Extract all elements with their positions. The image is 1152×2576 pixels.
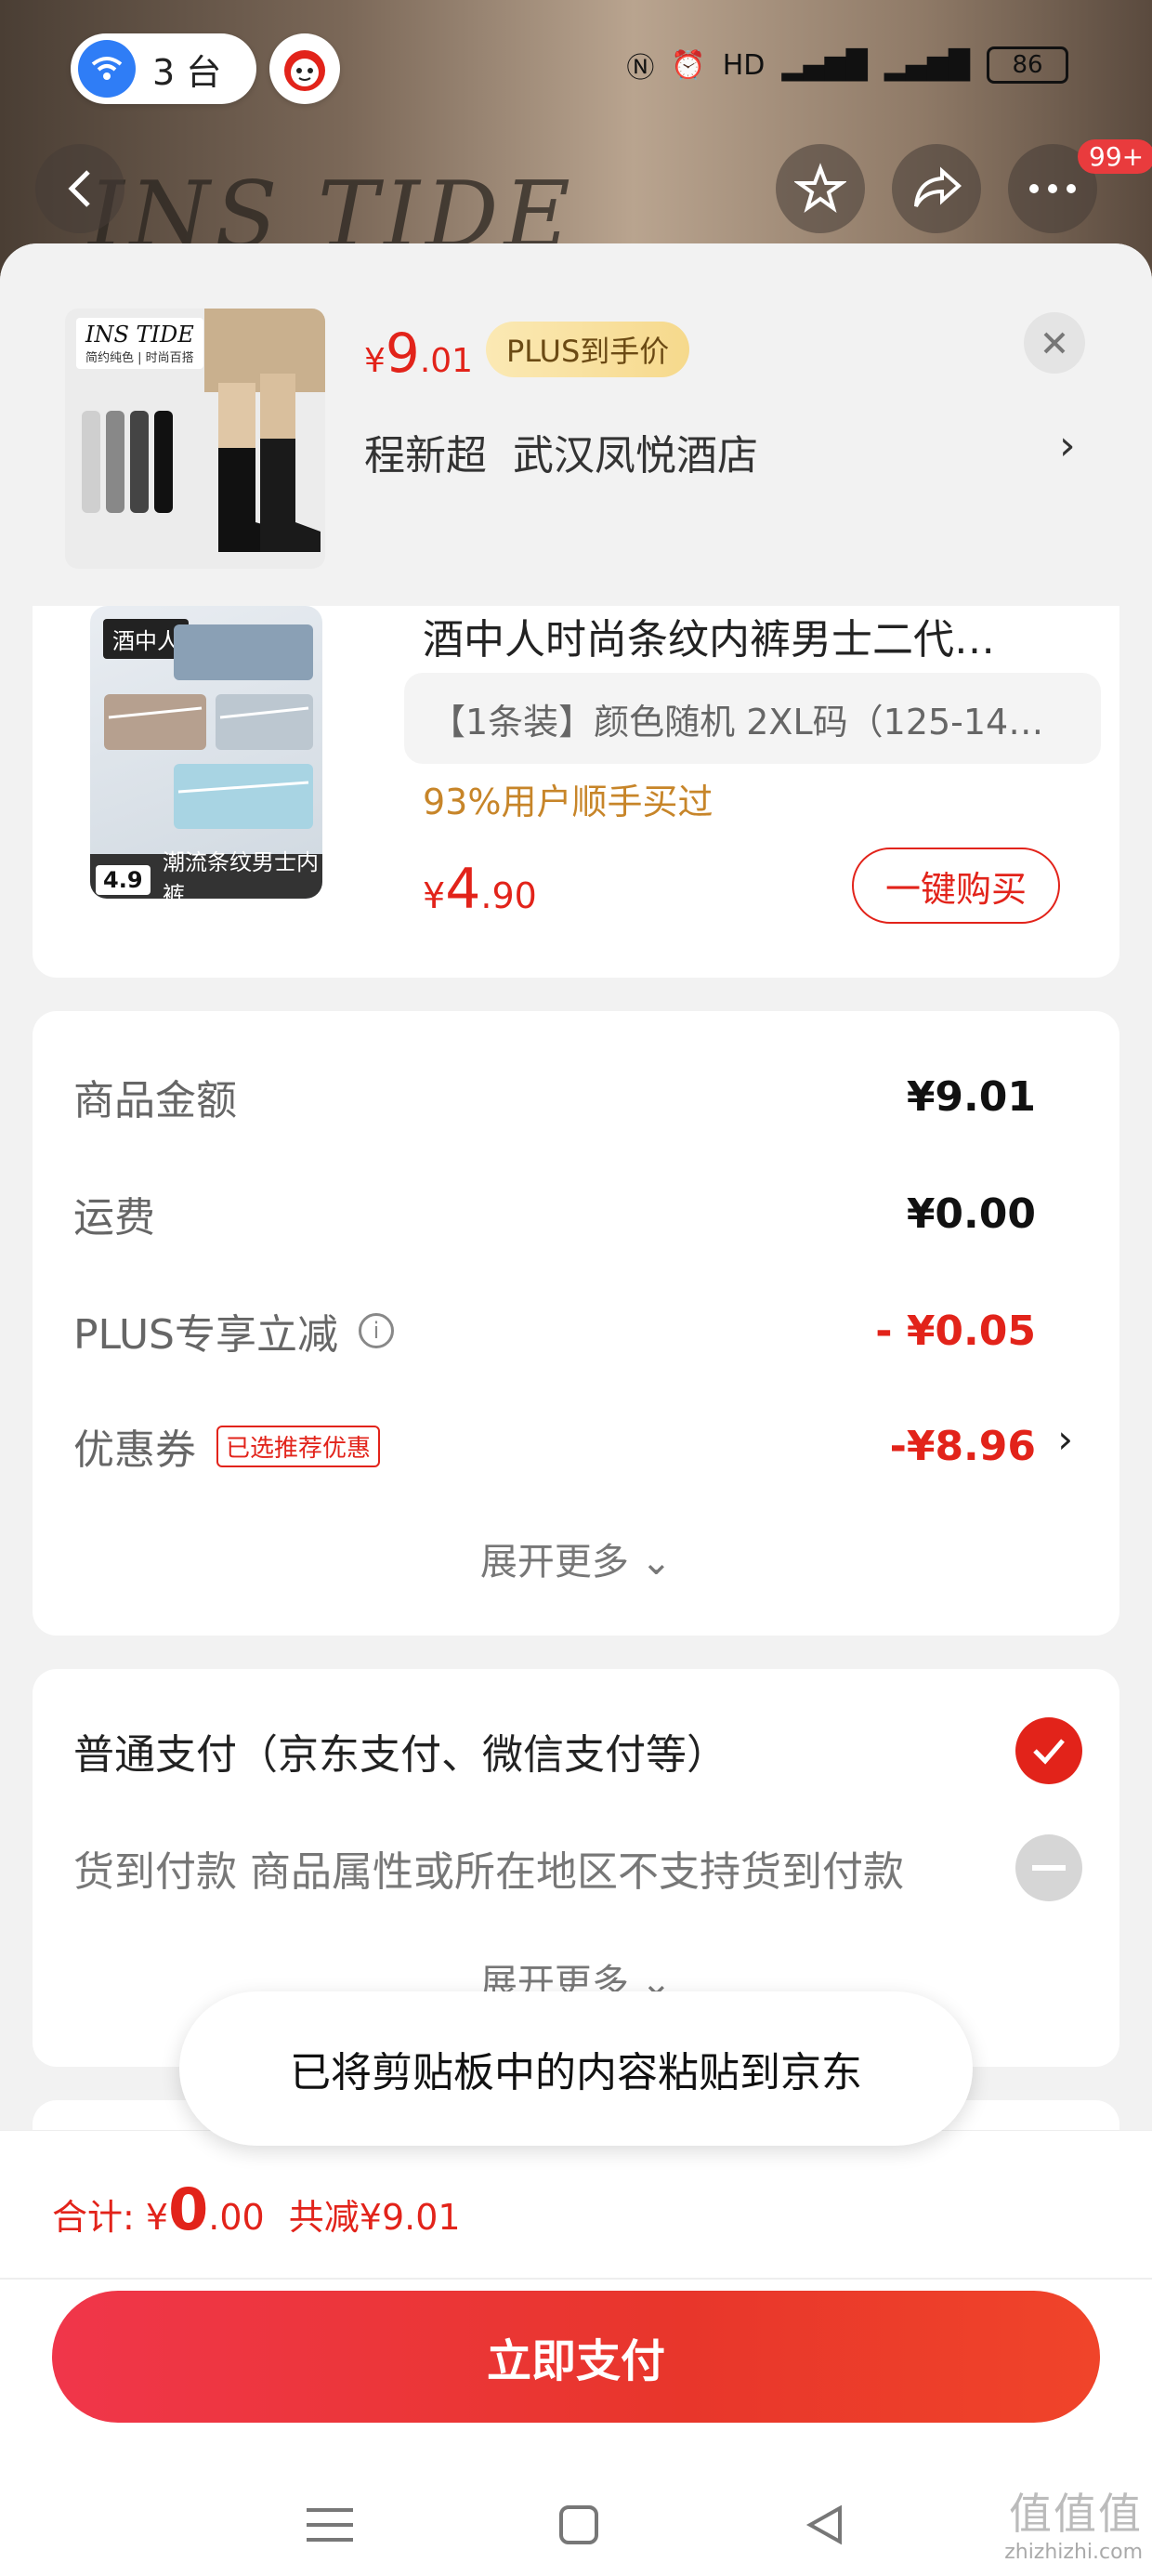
address-name: 程新超 (364, 432, 487, 480)
close-icon (1043, 332, 1066, 354)
back-nav-icon[interactable] (805, 2504, 845, 2545)
upsell-product-spec[interactable]: 【1条装】颜色随机 2XL码（125-14… (404, 673, 1101, 764)
upsell-sold-hint: 93%用户顺手买过 (423, 782, 713, 822)
star-icon (794, 163, 846, 213)
divider (0, 2278, 1152, 2280)
device-pill[interactable]: 3 台 (71, 33, 256, 104)
share-button[interactable] (892, 144, 981, 233)
product-thumbnail: INS TIDE 简约纯色 | 时尚百搭 (65, 309, 325, 569)
clipboard-toast: 已将剪贴板中的内容粘贴到京东 (179, 1991, 973, 2146)
order-summary-card: 商品金额 ¥9.01 运费 ¥0.00 PLUS专享立减 i - ¥0.05 优… (33, 1011, 1119, 1636)
checkout-footer: 合计: ¥0.00 共减¥9.01 立即支付 值值值 zhizhizhi.com (0, 2130, 1152, 2576)
one-click-buy-button[interactable]: 一键购买 (852, 848, 1060, 924)
upsell-price: ¥4.90 (423, 857, 537, 922)
address-chevron-icon[interactable]: › (1059, 422, 1076, 469)
info-icon[interactable]: i (359, 1313, 394, 1348)
close-button[interactable] (1024, 312, 1085, 374)
recommended-coupon-tag: 已选推荐优惠 (216, 1425, 381, 1467)
wifi-icon (78, 40, 136, 98)
upsell-product-image: 酒中人 潮流条纹男士内裤 4.9 (90, 606, 322, 899)
coupon-chevron-icon[interactable]: › (1057, 1416, 1073, 1462)
summary-row-shipping: 运费 ¥0.00 (73, 1189, 1036, 1242)
upsell-product-title[interactable]: 酒中人时尚条纹内裤男士二代… (423, 606, 1092, 665)
jd-mascot-icon[interactable] (269, 33, 340, 104)
sheet-header: INS TIDE 简约纯色 | 时尚百搭 ¥9.01 PLUS到手价 程新超 武… (0, 243, 1152, 606)
header-price: ¥9.01 (364, 322, 474, 385)
pay-now-button[interactable]: 立即支付 (52, 2291, 1100, 2423)
disabled-icon (1015, 1834, 1082, 1901)
notification-badge: 99+ (1078, 139, 1152, 174)
checked-icon[interactable] (1015, 1717, 1082, 1784)
home-icon[interactable] (558, 2504, 599, 2545)
product-rating: 4.9 (96, 865, 151, 895)
summary-row-plus-discount: PLUS专享立减 i - ¥0.05 (73, 1307, 1036, 1360)
delivery-address[interactable]: 程新超 武汉凤悦酒店 (364, 422, 758, 481)
favorite-button[interactable] (776, 144, 865, 233)
socks-image (82, 309, 325, 552)
menu-icon[interactable] (307, 2504, 354, 2545)
alarm-icon: ⏰ (671, 48, 706, 82)
plus-price-tag: PLUS到手价 (486, 322, 690, 377)
upsell-product-card: 酒中人 潮流条纹男士内裤 4.9 酒中人时尚条纹内裤男士二代… 【1条装】颜色随… (33, 606, 1119, 978)
back-button[interactable] (35, 144, 124, 233)
payment-option-cod: 货到付款 商品属性或所在地区不支持货到付款 (73, 1834, 1082, 1901)
watermark: 值值值 zhizhizhi.com (1004, 2489, 1143, 2564)
status-icons: Ⓝ ⏰ HD ▂▄▆█ ▂▄▆█ 86 (626, 45, 1068, 85)
chevron-down-icon: ⌄ (640, 1541, 673, 1584)
total-amount: 合计: ¥0.00 共减¥9.01 (52, 2175, 461, 2243)
system-nav-bar (0, 2473, 1152, 2576)
share-icon (914, 166, 962, 207)
signal-5g-icon-2: ▂▄▆█ (884, 48, 970, 82)
summary-row-goods: 商品金额 ¥9.01 (73, 1072, 1036, 1125)
device-count: 3 台 (152, 51, 222, 93)
summary-row-coupon[interactable]: 优惠券 已选推荐优惠 -¥8.96 (73, 1416, 1036, 1476)
payment-option-normal[interactable]: 普通支付（京东支付、微信支付等） (73, 1717, 1082, 1784)
total-saved: 共减¥9.01 (288, 2197, 461, 2238)
address-text: 武汉凤悦酒店 (512, 432, 758, 480)
nfc-icon: Ⓝ (626, 52, 655, 85)
hd-icon: HD (722, 48, 766, 82)
signal-5g-icon: ▂▄▆█ (781, 48, 868, 82)
battery-icon: 86 (987, 46, 1068, 84)
expand-more-summary[interactable]: 展开更多 ⌄ (33, 1531, 1119, 1585)
more-dots-icon (1029, 184, 1076, 193)
